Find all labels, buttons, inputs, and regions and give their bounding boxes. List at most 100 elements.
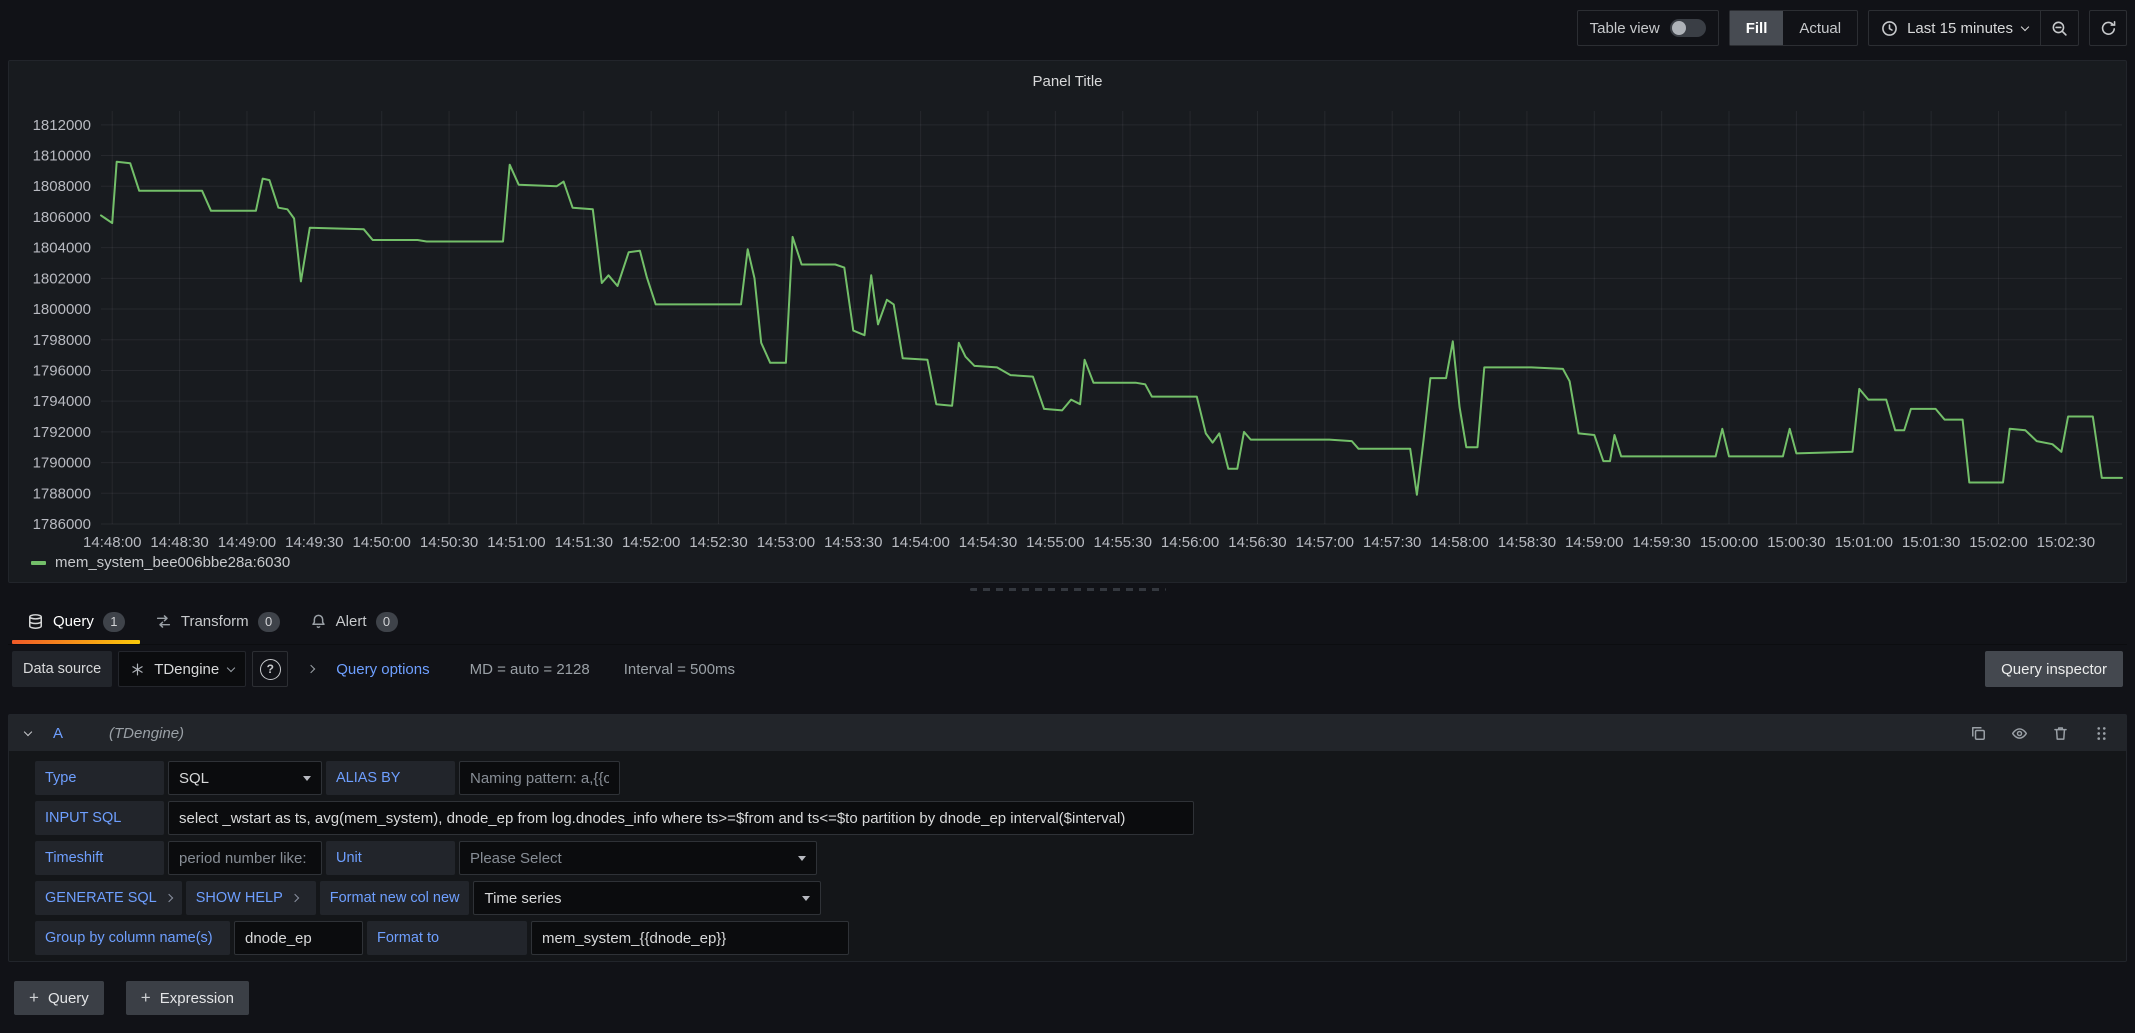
series-name: mem_system_bee006bbe28a:6030 (55, 554, 290, 571)
collapse-query-icon[interactable] (24, 727, 32, 735)
svg-text:14:59:00: 14:59:00 (1565, 534, 1623, 551)
format-new-col-label: Format new col new (320, 881, 470, 915)
tab-transform-badge: 0 (258, 612, 280, 632)
alias-by-input[interactable] (459, 761, 620, 795)
svg-text:14:52:30: 14:52:30 (689, 534, 747, 551)
svg-text:14:49:00: 14:49:00 (218, 534, 276, 551)
tab-alert-label: Alert (336, 613, 367, 630)
form-row-format: GENERATE SQL SHOW HELP Format new col ne… (35, 881, 2126, 915)
series-color-mark (31, 561, 46, 565)
datasource-help-button[interactable]: ? (252, 651, 288, 687)
format-to-input[interactable] (531, 921, 849, 955)
type-select[interactable]: SQL (168, 761, 322, 795)
timeshift-input[interactable] (168, 841, 322, 875)
actual-button[interactable]: Actual (1783, 11, 1857, 45)
panel-title[interactable]: Panel Title (9, 73, 2126, 90)
svg-text:1798000: 1798000 (33, 332, 91, 349)
svg-text:15:02:30: 15:02:30 (2037, 534, 2095, 551)
svg-text:14:55:00: 14:55:00 (1026, 534, 1084, 551)
format-select[interactable]: Time series (473, 881, 821, 915)
svg-text:1794000: 1794000 (33, 393, 91, 410)
clock-icon (1881, 20, 1898, 37)
query-editor-card: A (TDengine) (8, 714, 2127, 962)
unit-select[interactable]: Please Select (459, 841, 817, 875)
tab-alert[interactable]: Alert 0 (295, 599, 413, 644)
svg-text:14:58:00: 14:58:00 (1430, 534, 1488, 551)
show-help-button[interactable]: SHOW HELP (186, 881, 316, 915)
chevron-down-icon (2021, 22, 2029, 30)
query-options-toggle[interactable]: Query options (330, 660, 435, 679)
chevron-right-icon (307, 665, 315, 673)
unit-label: Unit (326, 841, 455, 875)
legend-item[interactable]: mem_system_bee006bbe28a:6030 (31, 554, 290, 571)
time-series-panel: Panel Title 1786000178800017900001792000… (8, 60, 2127, 583)
svg-text:14:51:30: 14:51:30 (555, 534, 613, 551)
svg-text:14:55:30: 14:55:30 (1094, 534, 1152, 551)
remove-query-button[interactable] (2052, 725, 2069, 742)
tab-query-badge: 1 (103, 612, 125, 632)
copy-icon (1970, 725, 1987, 742)
input-sql-input[interactable] (168, 801, 1194, 835)
magnifier-minus-icon (2051, 20, 2068, 37)
query-editor-form: Type SQL ALIAS BY INPUT SQL Timeshift Un… (9, 751, 2126, 955)
duplicate-query-button[interactable] (1970, 725, 1987, 742)
svg-text:1812000: 1812000 (33, 117, 91, 134)
svg-text:14:50:00: 14:50:00 (352, 534, 410, 551)
form-row-type: Type SQL ALIAS BY (35, 761, 2126, 795)
svg-text:1792000: 1792000 (33, 424, 91, 441)
time-range-picker[interactable]: Last 15 minutes (1869, 11, 2040, 45)
svg-text:14:56:30: 14:56:30 (1228, 534, 1286, 551)
hide-query-button[interactable] (2011, 725, 2028, 742)
query-inspector-button[interactable]: Query inspector (1985, 651, 2123, 687)
svg-text:14:48:00: 14:48:00 (83, 534, 141, 551)
interval-text: Interval = 500ms (624, 661, 735, 678)
timeshift-label: Timeshift (35, 841, 164, 875)
plus-icon: + (29, 988, 39, 1008)
generate-sql-button[interactable]: GENERATE SQL (35, 881, 182, 915)
svg-text:14:54:30: 14:54:30 (959, 534, 1017, 551)
table-view-toggle[interactable] (1670, 19, 1706, 37)
grafana-panel-editor: Table view Fill Actual Last 15 minutes (0, 0, 2135, 1033)
add-query-button[interactable]: + Query (14, 981, 104, 1015)
svg-text:15:01:30: 15:01:30 (1902, 534, 1960, 551)
svg-text:14:57:30: 14:57:30 (1363, 534, 1421, 551)
svg-text:14:50:30: 14:50:30 (420, 534, 478, 551)
input-sql-label: INPUT SQL (35, 801, 164, 835)
zoom-out-button[interactable] (2040, 11, 2078, 45)
bell-icon (310, 613, 327, 630)
datasource-picker[interactable]: TDengine (118, 651, 246, 687)
svg-text:1806000: 1806000 (33, 209, 91, 226)
fill-button[interactable]: Fill (1730, 11, 1784, 45)
svg-text:14:53:00: 14:53:00 (757, 534, 815, 551)
eye-icon (2011, 725, 2028, 742)
tab-query[interactable]: Query 1 (12, 599, 140, 644)
toggle-knob (1672, 21, 1686, 35)
question-circle-icon: ? (260, 659, 281, 680)
panel-resize-handle[interactable] (970, 588, 1166, 591)
chevron-down-icon (227, 663, 235, 671)
svg-text:1808000: 1808000 (33, 178, 91, 195)
tab-transform-label: Transform (181, 613, 249, 630)
svg-text:15:01:00: 15:01:00 (1835, 534, 1893, 551)
refresh-button-group (2089, 10, 2127, 46)
chevron-right-icon (164, 894, 172, 902)
fill-actual-segmented: Fill Actual (1729, 10, 1858, 46)
svg-text:1804000: 1804000 (33, 240, 91, 257)
svg-text:1800000: 1800000 (33, 301, 91, 318)
add-expression-button[interactable]: + Expression (126, 981, 249, 1015)
tab-query-label: Query (53, 613, 94, 630)
table-view-label: Table view (1590, 20, 1660, 37)
tab-transform[interactable]: Transform 0 (140, 599, 295, 644)
form-row-group-by: Group by column name(s) Format to (35, 921, 2126, 955)
svg-text:14:58:30: 14:58:30 (1498, 534, 1556, 551)
max-data-points-text: MD = auto = 2128 (470, 661, 590, 678)
group-by-input[interactable] (234, 921, 363, 955)
drag-handle-icon (2093, 725, 2110, 742)
svg-text:14:51:00: 14:51:00 (487, 534, 545, 551)
datasource-label: Data source (12, 651, 112, 687)
svg-text:1802000: 1802000 (33, 270, 91, 287)
database-icon (27, 613, 44, 630)
svg-text:14:49:30: 14:49:30 (285, 534, 343, 551)
drag-query-handle[interactable] (2093, 725, 2110, 742)
refresh-button[interactable] (2090, 11, 2126, 45)
